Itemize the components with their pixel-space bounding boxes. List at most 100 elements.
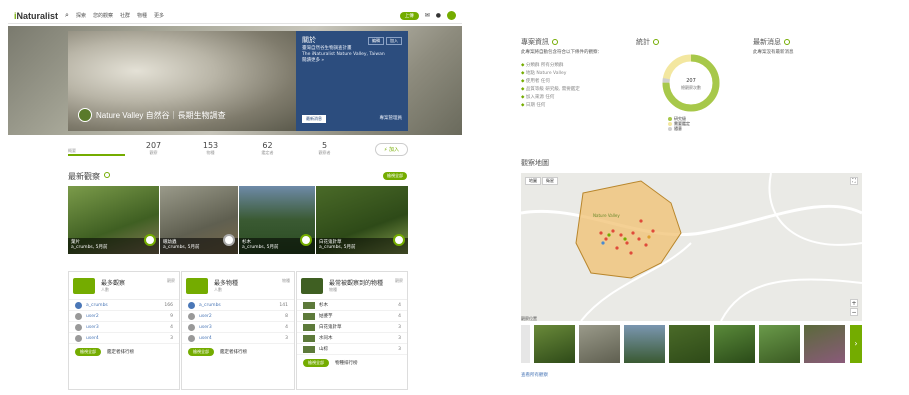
tab-species[interactable]: 153 物種 <box>182 141 239 156</box>
map-place-label: Nature Valley <box>593 213 620 218</box>
carousel-photo[interactable] <box>759 325 800 363</box>
leaderboard-row[interactable]: user3 4 <box>182 322 294 333</box>
view-all-observations-button[interactable]: 檢視全部 <box>383 172 407 180</box>
donut-center-label: 總觀察次數 <box>681 85 701 90</box>
carousel-photo[interactable] <box>714 325 755 363</box>
zoom-in-button[interactable]: + <box>850 299 858 307</box>
project-title: Nature Valley 自然谷｜長期生物調查 <box>96 111 226 120</box>
messages-icon[interactable]: ✉ <box>425 12 430 19</box>
observation-map[interactable]: 地圖 衛星 Nature Valley ⛶ + − <box>521 173 862 321</box>
view-all-observations-link[interactable]: 查看所有觀察 <box>521 372 548 378</box>
search-icon[interactable]: ⌕ <box>65 11 69 20</box>
research-grade-badge <box>300 234 312 246</box>
map-caption: 觀察位置 <box>521 316 537 321</box>
notifications-icon[interactable]: ● <box>436 12 441 19</box>
nav-your-observations[interactable]: 您的觀察 <box>93 12 113 19</box>
carousel-photo[interactable] <box>804 325 845 363</box>
upload-button[interactable]: 上傳 <box>399 11 419 20</box>
most-observations-panel: 最多觀察 人數 觀察 a_crumbs 166 user2 9 user3 4 user4… <box>68 271 180 390</box>
inaturalist-logo[interactable]: iNaturalist <box>14 11 58 21</box>
carousel-prev-button[interactable] <box>521 325 530 363</box>
research-grade-badge <box>393 234 405 246</box>
project-details-title: 專案資訊 <box>521 37 558 47</box>
species-row[interactable]: 白花鬼針草 3 <box>297 322 407 333</box>
leaderboard-row[interactable]: user3 4 <box>69 322 179 333</box>
carousel-photo[interactable] <box>624 325 665 363</box>
map-button[interactable]: 地圖 <box>525 177 541 185</box>
donut-center-count: 207 <box>686 78 696 84</box>
species-row[interactable]: 姑婆芋 4 <box>297 311 407 322</box>
stats-title: 統計 <box>636 37 659 47</box>
leaderboard-link[interactable]: 鑑定者排行榜 <box>107 349 134 355</box>
info-icon[interactable] <box>552 39 558 45</box>
leaderboard-row[interactable]: user2 9 <box>69 311 179 322</box>
carousel-next-button[interactable]: › <box>850 325 862 363</box>
nav-more[interactable]: 更多 <box>154 12 164 19</box>
carousel-photo[interactable] <box>669 325 710 363</box>
top-navbar: iNaturalist ⌕ 探索 您的觀察 社群 物種 更多 上傳 ✉ ● <box>8 8 462 24</box>
info-icon[interactable] <box>784 39 790 45</box>
user-avatar-badge <box>223 234 235 246</box>
view-all-button[interactable]: 檢視全部 <box>303 359 329 367</box>
project-details-list: ◆ 分類群 所有分類群 ◆ 地點 Nature Valley ◆ 使用者 任何 … <box>521 62 631 110</box>
news-button[interactable]: 最新消息 <box>302 115 326 123</box>
species-row[interactable]: 山棕 3 <box>297 344 407 355</box>
leaderboard-row[interactable]: user4 3 <box>182 333 294 344</box>
nav-community[interactable]: 社群 <box>120 12 130 19</box>
view-all-button[interactable]: 檢視全部 <box>188 348 214 356</box>
view-all-button[interactable]: 檢視全部 <box>75 348 101 356</box>
tab-overview[interactable]: 概要 <box>68 141 125 156</box>
panel-title: 最多觀察 <box>101 280 126 287</box>
stats-tabs: 概要 207 觀察 153 物種 62 鑑定者 5 觀察者 ⚡ 加入 <box>68 141 408 157</box>
carousel-photo[interactable] <box>534 325 575 363</box>
observation-card[interactable]: 杉木 a_crumbs, 5月前 <box>239 186 315 254</box>
observation-card[interactable]: 白花鬼針草 a_crumbs, 5月前 <box>316 186 408 254</box>
project-admin-link[interactable]: 專案管理員 <box>380 116 403 122</box>
read-more-link[interactable]: 閱讀更多 » <box>302 58 402 64</box>
species-row[interactable]: 杉木 4 <box>297 300 407 311</box>
observation-card[interactable]: 蛾幼蟲 a_crumbs, 5月前 <box>160 186 238 254</box>
leaderboard-link[interactable]: 物種排行榜 <box>335 360 358 366</box>
project-details-sub: 此專案將自動包含符合以下條件的觀察： <box>521 50 602 55</box>
leaderboard-row[interactable]: user2 8 <box>182 311 294 322</box>
tab-identifiers[interactable]: 62 鑑定者 <box>239 141 296 156</box>
observation-card[interactable]: 葉片 a_crumbs, 5月前 <box>68 186 159 254</box>
panel-title: 最多物種 <box>214 280 239 287</box>
observation-user: a_crumbs, 5月前 <box>163 245 200 250</box>
detail-row: ◆ 分類群 所有分類群 <box>521 63 564 68</box>
species-row[interactable]: 水同木 3 <box>297 333 407 344</box>
detail-row: ◆ 地點 Nature Valley <box>521 71 567 76</box>
join-button-top[interactable]: 加入 <box>386 37 402 45</box>
trophy-icon <box>73 278 95 294</box>
species-thumbnail <box>301 278 323 294</box>
panel-title: 最常被觀察到的物種 <box>329 280 384 287</box>
map-type-buttons: 地圖 衛星 <box>525 177 558 185</box>
nav-explore[interactable]: 探索 <box>76 12 86 19</box>
detail-row: ◆ 加入來源 任何 <box>521 95 555 100</box>
user-avatar[interactable] <box>447 11 456 20</box>
join-button[interactable]: ⚡ 加入 <box>374 143 408 156</box>
tab-observers[interactable]: 5 觀察者 <box>296 141 353 156</box>
about-panel: 關於 臺灣自然谷生物調查計畫 The iNaturalist Nature Va… <box>296 31 408 131</box>
observation-user: a_crumbs, 5月前 <box>242 245 279 250</box>
most-species-panel: 最多物種 人數 物種 a_crumbs 141 user2 8 user3 4 user4… <box>181 271 295 390</box>
zoom-out-button[interactable]: − <box>850 308 858 316</box>
edit-button[interactable]: 編輯 <box>368 37 384 45</box>
donut-legend: 研究級 需要鑑定 隨意 <box>668 116 690 131</box>
carousel-photo[interactable] <box>579 325 620 363</box>
nav-species[interactable]: 物種 <box>137 12 147 19</box>
trophy-icon <box>186 278 208 294</box>
leaderboard-row[interactable]: a_crumbs 141 <box>182 300 294 311</box>
fullscreen-icon[interactable]: ⛶ <box>850 177 858 185</box>
satellite-button[interactable]: 衛星 <box>542 177 558 185</box>
leaderboard-link[interactable]: 鑑定者排行榜 <box>220 349 247 355</box>
info-icon[interactable] <box>104 172 110 178</box>
info-icon[interactable] <box>653 39 659 45</box>
detail-row: ◆ 日期 任何 <box>521 103 546 108</box>
tab-observations[interactable]: 207 觀察 <box>125 141 182 156</box>
observation-user: a_crumbs, 5月前 <box>71 245 108 250</box>
leaderboard-row[interactable]: a_crumbs 166 <box>69 300 179 311</box>
observation-user: a_crumbs, 5月前 <box>319 245 356 250</box>
leaderboard-row[interactable]: user4 3 <box>69 333 179 344</box>
recent-observations-title: 最新觀察 <box>68 172 100 181</box>
